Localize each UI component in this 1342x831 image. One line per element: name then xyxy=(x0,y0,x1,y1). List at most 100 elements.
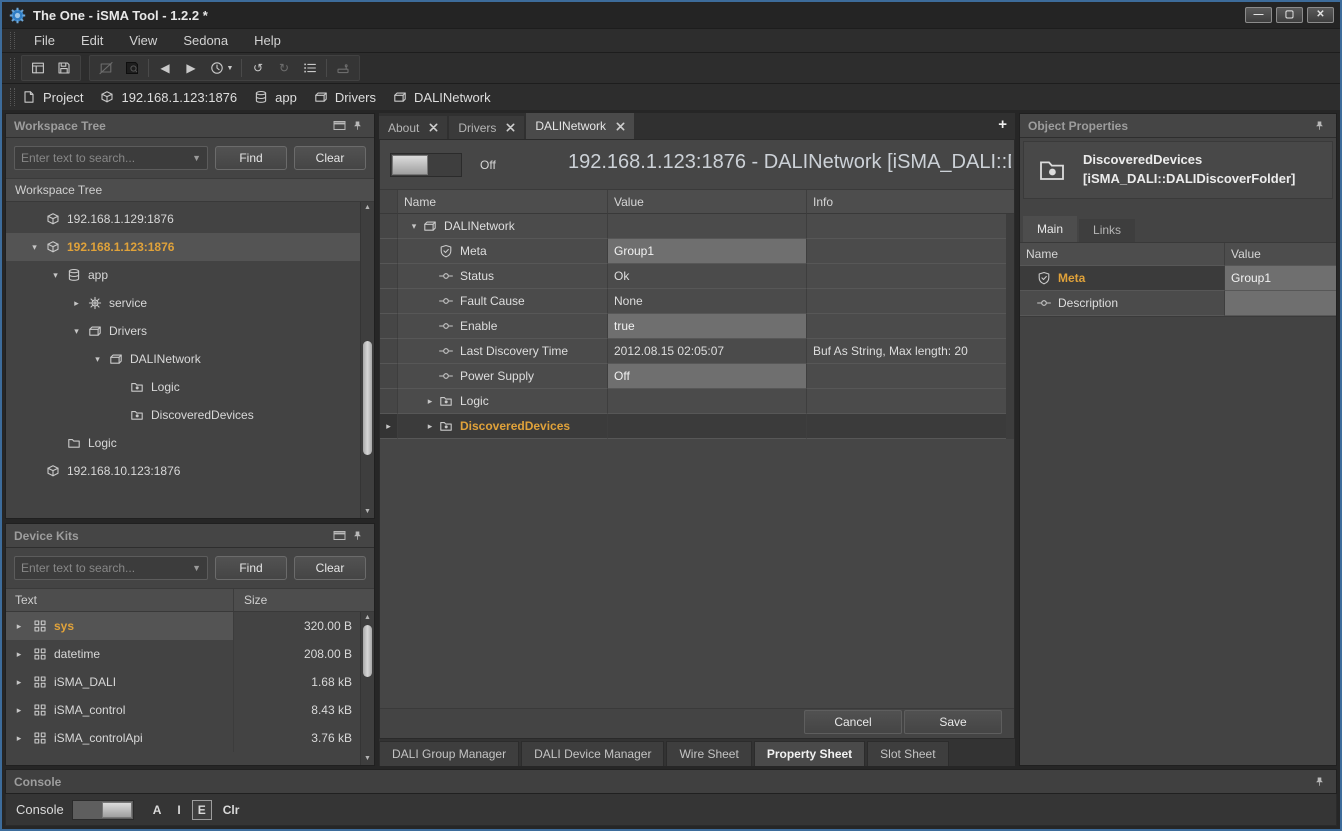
save-button[interactable] xyxy=(51,56,77,80)
object-row-meta[interactable]: MetaGroup1 xyxy=(1020,266,1336,291)
toolbar-drag-grip[interactable] xyxy=(10,58,15,79)
tab-dalinetwork[interactable]: DALINetwork xyxy=(526,113,634,139)
property-row-enable[interactable]: Enabletrue xyxy=(380,314,1014,339)
breadcrumb-item-drivers[interactable]: Drivers xyxy=(313,90,376,105)
float-panel-icon[interactable] xyxy=(330,118,348,134)
expander-right-icon[interactable]: ▸ xyxy=(422,396,438,407)
expander-right-icon[interactable]: ▸ xyxy=(66,298,87,309)
view-tab-wire-sheet[interactable]: Wire Sheet xyxy=(666,741,751,766)
console-filter-a[interactable]: A xyxy=(148,801,167,819)
scroll-up-icon[interactable]: ▲ xyxy=(361,202,374,214)
console-filter-clr[interactable]: Clr xyxy=(218,801,245,819)
tree-node-app[interactable]: ▾app xyxy=(6,261,374,289)
column-header-text[interactable]: Text xyxy=(6,589,234,611)
power-supply-toggle[interactable] xyxy=(390,153,462,177)
property-row-dalinetwork[interactable]: ▾DALINetwork xyxy=(380,214,1014,239)
console-toggle[interactable] xyxy=(72,800,134,820)
history-button[interactable]: ▼ xyxy=(204,56,238,80)
tree-node-drivers[interactable]: ▾Drivers xyxy=(6,317,374,345)
new-tab-icon[interactable]: + xyxy=(998,116,1007,133)
expander-down-icon[interactable]: ▾ xyxy=(406,221,422,232)
expander-down-icon[interactable]: ▾ xyxy=(66,326,87,337)
chevron-down-icon[interactable]: ▼ xyxy=(192,563,201,573)
float-panel-icon[interactable] xyxy=(330,528,348,544)
toggle-thumb[interactable] xyxy=(392,155,428,175)
expander-down-icon[interactable]: ▾ xyxy=(45,270,66,281)
kit-row-isma_dali[interactable]: ▸iSMA_DALI1.68 kB xyxy=(6,668,374,696)
menu-item-edit[interactable]: Edit xyxy=(68,29,116,53)
object-value-cell[interactable]: Group1 xyxy=(1225,266,1336,291)
clear-button[interactable]: Clear xyxy=(294,556,366,580)
kits-search-input[interactable]: Enter text to search... ▼ xyxy=(14,556,208,580)
list-button[interactable] xyxy=(297,56,323,80)
kit-name-cell[interactable]: ▸datetime xyxy=(6,640,234,668)
object-value-cell[interactable] xyxy=(1225,291,1336,316)
connection-button[interactable] xyxy=(330,56,356,80)
sheet-scrollbar[interactable] xyxy=(1006,214,1014,439)
expander-down-icon[interactable]: ▾ xyxy=(24,242,45,253)
property-value-cell[interactable]: Off xyxy=(608,364,807,389)
menu-item-file[interactable]: File xyxy=(21,29,68,53)
tab-drivers[interactable]: Drivers xyxy=(449,116,524,139)
column-header-size[interactable]: Size xyxy=(234,593,267,607)
menu-drag-grip[interactable] xyxy=(10,32,15,48)
tree-node-discovereddevices[interactable]: DiscoveredDevices xyxy=(6,401,374,429)
object-tab-links[interactable]: Links xyxy=(1079,219,1135,242)
menu-item-sedona[interactable]: Sedona xyxy=(170,29,241,53)
scroll-up-icon[interactable]: ▲ xyxy=(361,612,374,624)
workspace-search-input[interactable]: Enter text to search... ▼ xyxy=(14,146,208,170)
view-tab-dali-group-manager[interactable]: DALI Group Manager xyxy=(379,741,519,766)
find-button[interactable]: Find xyxy=(215,556,287,580)
property-value-cell[interactable]: true xyxy=(608,314,807,339)
workspace-button[interactable] xyxy=(25,56,51,80)
clear-button[interactable]: Clear xyxy=(294,146,366,170)
tab-close-icon[interactable] xyxy=(428,123,438,133)
breadcrumb-item-app[interactable]: app xyxy=(253,90,297,105)
kit-name-cell[interactable]: ▸iSMA_controlApi xyxy=(6,724,234,752)
kit-row-isma_controlapi[interactable]: ▸iSMA_controlApi3.76 kB xyxy=(6,724,374,752)
property-row-discovereddevices[interactable]: ▸▸DiscoveredDevices xyxy=(380,414,1014,439)
pin-icon[interactable] xyxy=(1310,774,1328,790)
tree-node-service[interactable]: ▸service xyxy=(6,289,374,317)
edit-off-button[interactable] xyxy=(93,56,119,80)
property-row-logic[interactable]: ▸Logic xyxy=(380,389,1014,414)
forward-button[interactable]: ▶ xyxy=(178,56,204,80)
property-value-cell[interactable]: Group1 xyxy=(608,239,807,264)
back-button[interactable]: ◀ xyxy=(152,56,178,80)
expander-down-icon[interactable]: ▾ xyxy=(87,354,108,365)
tree-node-192-168-1-129-1876[interactable]: 192.168.1.129:1876 xyxy=(6,205,374,233)
view-tab-dali-device-manager[interactable]: DALI Device Manager xyxy=(521,741,664,766)
tree-node-logic[interactable]: Logic xyxy=(6,373,374,401)
pin-icon[interactable] xyxy=(348,528,366,544)
pin-icon[interactable] xyxy=(348,118,366,134)
property-row-meta[interactable]: MetaGroup1 xyxy=(380,239,1014,264)
menu-item-help[interactable]: Help xyxy=(241,29,294,53)
tab-close-icon[interactable] xyxy=(615,121,625,131)
save-button[interactable]: Save xyxy=(904,710,1002,734)
expander-right-icon[interactable]: ▸ xyxy=(6,733,32,744)
scroll-down-icon[interactable]: ▼ xyxy=(361,506,374,518)
pin-icon[interactable] xyxy=(1310,118,1328,134)
undo-button[interactable]: ↺ xyxy=(245,56,271,80)
tree-node-192-168-1-123-1876[interactable]: ▾192.168.1.123:1876 xyxy=(6,233,374,261)
property-row-fault-cause[interactable]: Fault CauseNone xyxy=(380,289,1014,314)
expander-right-icon[interactable]: ▸ xyxy=(6,677,32,688)
tree-node-logic[interactable]: Logic xyxy=(6,429,374,457)
chevron-down-icon[interactable]: ▼ xyxy=(192,153,201,163)
breadcrumb-item-192-168-1-123-1876[interactable]: 192.168.1.123:1876 xyxy=(99,90,237,105)
property-row-status[interactable]: StatusOk xyxy=(380,264,1014,289)
scroll-thumb[interactable] xyxy=(363,625,372,677)
console-filter-e[interactable]: E xyxy=(192,800,212,820)
expander-right-icon[interactable]: ▸ xyxy=(422,421,438,432)
menu-item-view[interactable]: View xyxy=(116,29,170,53)
scroll-thumb[interactable] xyxy=(363,341,372,455)
object-row-description[interactable]: Description xyxy=(1020,291,1336,316)
minimize-button[interactable]: — xyxy=(1245,7,1272,23)
kit-name-cell[interactable]: ▸iSMA_control xyxy=(6,696,234,724)
workspace-tree-scrollbar[interactable]: ▲ ▼ xyxy=(360,202,374,518)
breadcrumb-item-project[interactable]: Project xyxy=(21,90,83,105)
kit-row-isma_control[interactable]: ▸iSMA_control8.43 kB xyxy=(6,696,374,724)
tab-close-icon[interactable] xyxy=(505,123,515,133)
cancel-button[interactable]: Cancel xyxy=(804,710,902,734)
kit-name-cell[interactable]: ▸sys xyxy=(6,612,234,640)
